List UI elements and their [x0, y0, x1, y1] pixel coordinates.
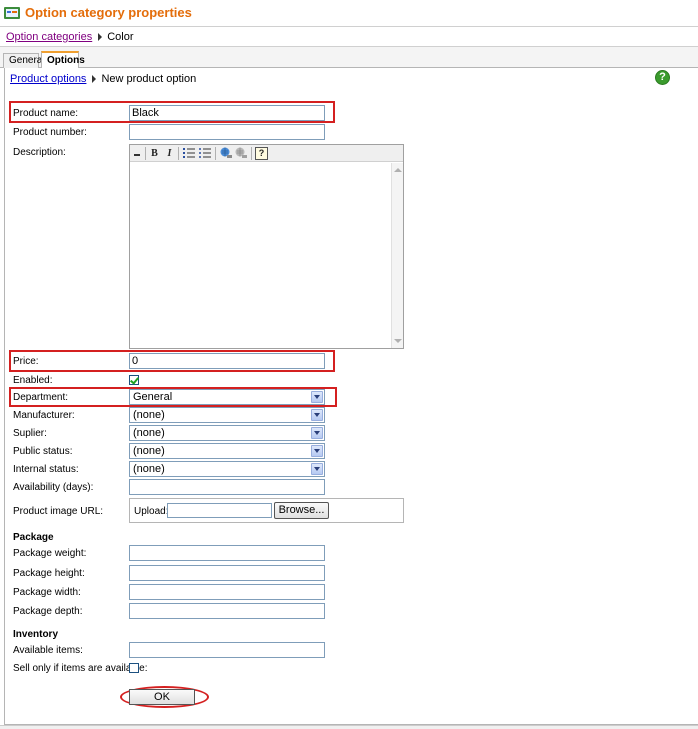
toolbar-separator — [145, 147, 146, 160]
title-bar: Option category properties — [0, 0, 698, 26]
upload-box: Upload: Browse... — [129, 498, 404, 523]
product-name-input[interactable]: Black — [129, 105, 325, 121]
editor-scrollbar[interactable] — [391, 163, 403, 348]
availability-input[interactable] — [129, 479, 325, 495]
package-width-input[interactable] — [129, 584, 325, 600]
editor-toolbar: B I ? — [130, 145, 403, 162]
package-height-input[interactable] — [129, 565, 325, 581]
price-label: Price: — [13, 356, 39, 367]
package-weight-input[interactable] — [129, 545, 325, 561]
availability-label: Availability (days): — [13, 482, 94, 493]
department-select[interactable]: General — [129, 389, 325, 405]
toolbar-separator — [251, 147, 252, 160]
inventory-heading: Inventory — [13, 629, 59, 640]
manufacturer-label: Manufacturer: — [13, 410, 75, 421]
description-editor[interactable]: B I ? — [129, 144, 404, 349]
scroll-down-icon[interactable] — [394, 339, 402, 343]
supplier-label: Suplier: — [13, 428, 47, 439]
tabs-bar: General Options — [0, 47, 698, 69]
sell-only-checkbox[interactable] — [129, 663, 139, 673]
help-icon[interactable]: ? — [655, 70, 670, 85]
package-width-label: Package width: — [13, 587, 81, 598]
scroll-up-icon[interactable] — [394, 168, 402, 172]
available-items-label: Available items: — [13, 645, 83, 656]
public-status-label: Public status: — [13, 446, 73, 457]
enabled-checkbox[interactable] — [129, 375, 139, 385]
breadcrumb-link-product-options[interactable]: Product options — [10, 73, 86, 85]
bullet-list-icon[interactable] — [198, 147, 211, 160]
sell-only-label: Sell only if items are available: — [13, 663, 148, 674]
manufacturer-select[interactable]: (none) — [129, 407, 325, 423]
tab-options[interactable]: Options — [41, 51, 85, 69]
editor-help-icon[interactable]: ? — [255, 147, 268, 160]
price-input[interactable]: 0 — [129, 353, 325, 369]
numbered-list-icon[interactable] — [182, 147, 195, 160]
manufacturer-value: (none) — [133, 409, 165, 421]
inner-breadcrumb-current: New product option — [101, 73, 197, 85]
inner-breadcrumb: Product options New product option — [10, 73, 196, 85]
breadcrumb-link-option-categories[interactable]: Option categories — [6, 31, 92, 43]
package-depth-input[interactable] — [129, 603, 325, 619]
product-number-input[interactable] — [129, 124, 325, 140]
toolbar-separator — [178, 147, 179, 160]
enabled-label: Enabled: — [13, 375, 53, 386]
department-value: General — [133, 391, 173, 403]
browse-button[interactable]: Browse... — [274, 502, 329, 519]
supplier-value: (none) — [133, 427, 165, 439]
package-depth-label: Package depth: — [13, 606, 83, 617]
italic-icon[interactable]: I — [163, 147, 176, 160]
internal-status-value: (none) — [133, 463, 165, 475]
product-number-label: Product number: — [13, 127, 87, 138]
toolbar-separator — [215, 147, 216, 160]
department-label: Department: — [13, 392, 69, 403]
description-label: Description: — [13, 147, 66, 158]
internal-status-label: Internal status: — [13, 464, 79, 475]
package-weight-label: Package weight: — [13, 548, 87, 559]
package-heading: Package — [13, 532, 54, 543]
page-title: Option category properties — [25, 5, 192, 20]
upload-file-input[interactable] — [167, 503, 272, 518]
public-status-value: (none) — [133, 445, 165, 457]
breadcrumb-arrow-icon — [98, 33, 103, 42]
insert-link-icon[interactable] — [219, 147, 232, 160]
unlink-icon[interactable] — [234, 147, 247, 160]
public-status-select[interactable]: (none) — [129, 443, 325, 459]
supplier-select[interactable]: (none) — [129, 425, 325, 441]
chevron-down-icon[interactable] — [311, 463, 323, 475]
breadcrumb-arrow-icon — [92, 75, 97, 84]
breadcrumb-bar: Option categories Color — [0, 26, 698, 47]
bottom-border — [0, 725, 698, 729]
product-name-label: Product name: — [13, 108, 79, 119]
chevron-down-icon[interactable] — [311, 427, 323, 439]
chevron-down-icon[interactable] — [311, 445, 323, 457]
internal-status-select[interactable]: (none) — [129, 461, 325, 477]
product-image-label: Product image URL: — [13, 506, 104, 517]
toolbar-collapse-icon[interactable] — [131, 147, 144, 160]
chevron-down-icon[interactable] — [311, 409, 323, 421]
tab-general[interactable]: General — [3, 53, 45, 68]
bold-icon[interactable]: B — [148, 147, 161, 160]
ok-button[interactable]: OK — [129, 689, 195, 705]
available-items-input[interactable] — [129, 642, 325, 658]
package-height-label: Package height: — [13, 568, 85, 579]
breadcrumb: Option categories Color — [6, 31, 134, 43]
chevron-down-icon[interactable] — [311, 391, 323, 403]
breadcrumb-current: Color — [107, 31, 134, 43]
option-category-icon — [4, 7, 20, 19]
upload-label: Upload: — [134, 506, 169, 517]
